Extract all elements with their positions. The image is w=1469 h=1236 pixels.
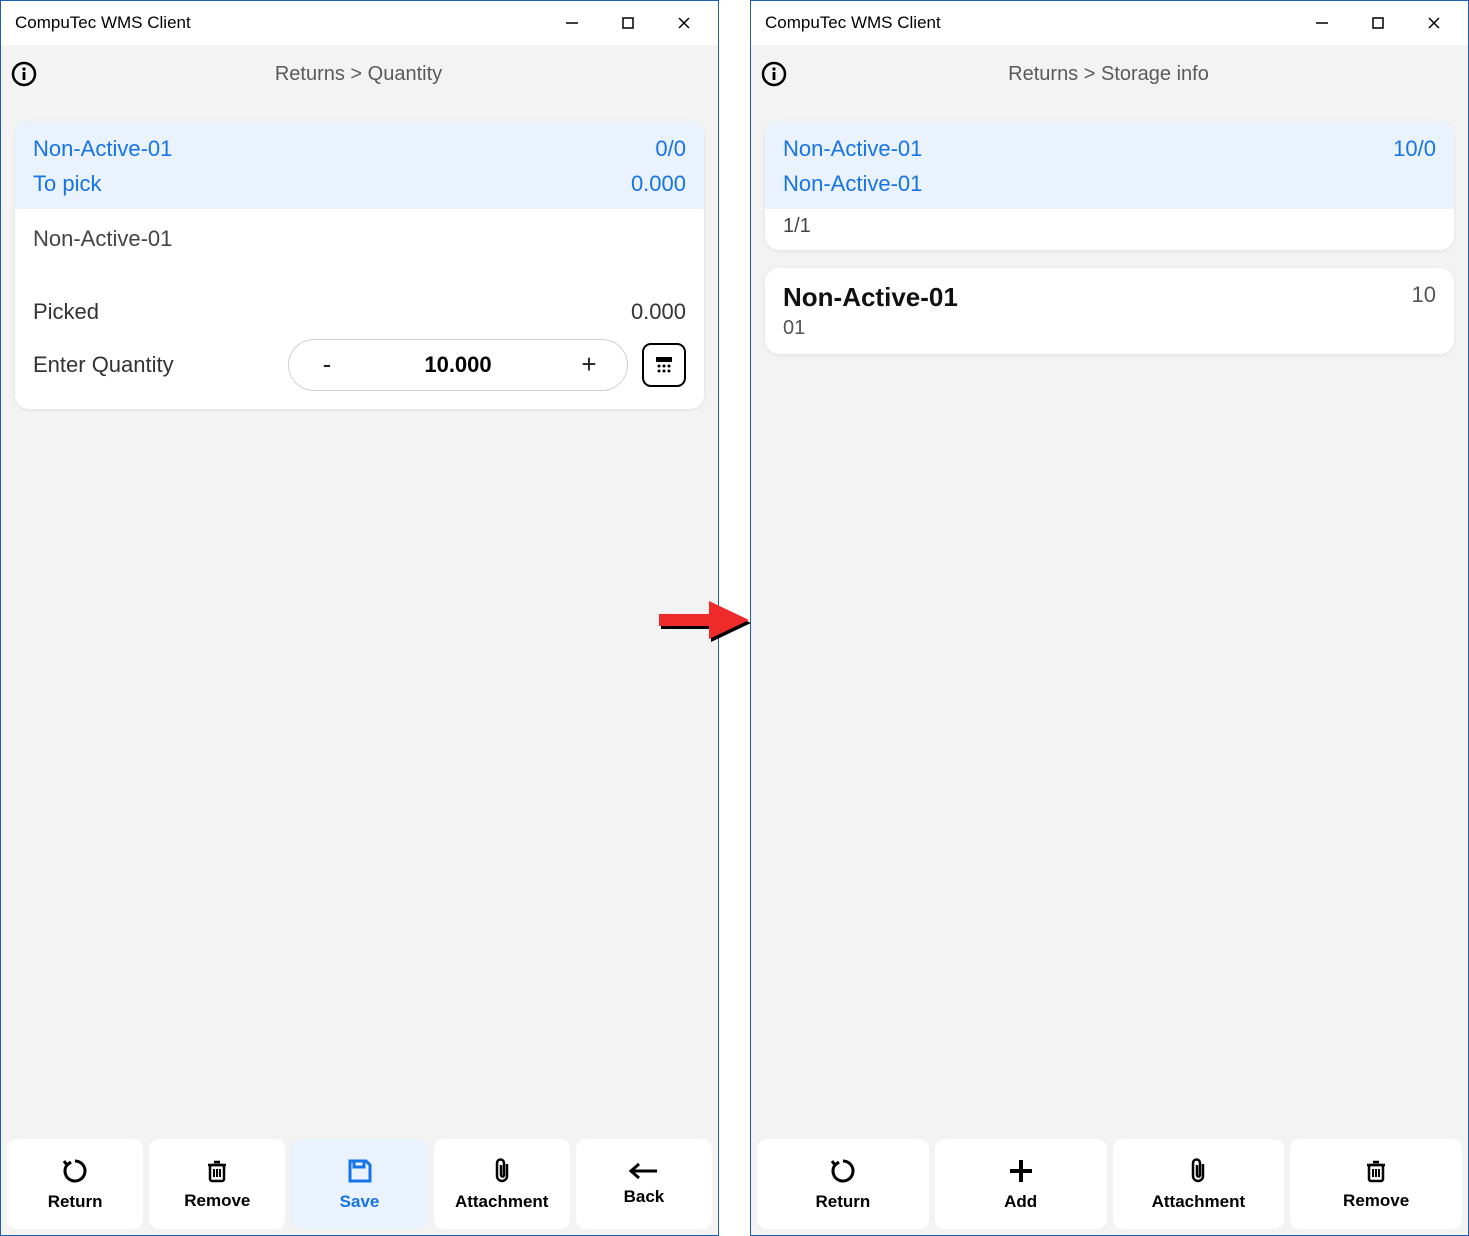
maximize-button[interactable]	[600, 5, 656, 41]
quantity-value[interactable]: 10.000	[347, 352, 569, 378]
save-button[interactable]: Save	[291, 1139, 427, 1229]
arrow-annotation	[654, 595, 754, 645]
picked-value: 0.000	[631, 299, 686, 325]
card-body: Non-Active-01 Picked 0.000 Enter Quantit…	[15, 209, 704, 409]
hl-topick-label: To pick	[33, 166, 101, 201]
increment-button[interactable]: +	[569, 349, 609, 380]
app-title: CompuTec WMS Client	[15, 13, 544, 33]
back-arrow-icon	[627, 1161, 661, 1181]
quantity-stepper: - 10.000 +	[288, 339, 628, 391]
storage-item-qty: 10	[1412, 282, 1436, 308]
return-button[interactable]: Return	[7, 1139, 143, 1229]
return-button[interactable]: Return	[757, 1139, 929, 1229]
attachment-label: Attachment	[455, 1192, 549, 1212]
decrement-button[interactable]: -	[307, 349, 347, 380]
remove-button[interactable]: Remove	[1290, 1139, 1462, 1229]
breadcrumb-bar: Returns > Quantity	[1, 45, 718, 103]
calculator-button[interactable]	[642, 343, 686, 387]
enter-qty-label: Enter Quantity	[33, 352, 274, 378]
attachment-button[interactable]: Attachment	[1113, 1139, 1285, 1229]
attachment-label: Attachment	[1152, 1192, 1246, 1212]
titlebar: CompuTec WMS Client	[1, 1, 718, 45]
minimize-button[interactable]	[544, 5, 600, 41]
hl-item-name: Non-Active-01	[33, 131, 172, 166]
return-icon	[828, 1156, 858, 1186]
save-label: Save	[340, 1192, 380, 1212]
window-quantity: CompuTec WMS Client Returns > Quantity N…	[0, 0, 719, 1236]
hl-storage-name: Non-Active-01	[783, 166, 922, 201]
remove-label: Remove	[1343, 1191, 1409, 1211]
back-label: Back	[624, 1187, 665, 1207]
save-icon	[345, 1156, 375, 1186]
breadcrumb: Returns > Quantity	[37, 63, 708, 86]
quantity-card: Non-Active-01 0/0 To pick 0.000 Non-Acti…	[15, 121, 704, 409]
close-button[interactable]	[656, 5, 712, 41]
close-button[interactable]	[1406, 5, 1462, 41]
hl-item-count: 0/0	[655, 131, 686, 166]
paperclip-icon	[489, 1156, 515, 1186]
plus-icon	[1006, 1156, 1036, 1186]
info-icon[interactable]	[761, 61, 787, 87]
remove-label: Remove	[184, 1191, 250, 1211]
maximize-button[interactable]	[1350, 5, 1406, 41]
remove-button[interactable]: Remove	[149, 1139, 285, 1229]
return-label: Return	[48, 1192, 103, 1212]
attachment-button[interactable]: Attachment	[434, 1139, 570, 1229]
app-title: CompuTec WMS Client	[765, 13, 1294, 33]
hl-item-name: Non-Active-01	[783, 131, 922, 166]
trash-icon	[1362, 1157, 1390, 1185]
page-count: 1/1	[765, 209, 1454, 250]
content-area: Non-Active-01 0/0 To pick 0.000 Non-Acti…	[1, 103, 718, 1133]
breadcrumb-bar: Returns > Storage info	[751, 45, 1468, 103]
return-icon	[60, 1156, 90, 1186]
paperclip-icon	[1185, 1156, 1211, 1186]
add-button[interactable]: Add	[935, 1139, 1107, 1229]
content-area: Non-Active-01 10/0 Non-Active-01 1/1 Non…	[751, 103, 1468, 1133]
storage-name: Non-Active-01	[33, 219, 686, 259]
card-highlight: Non-Active-01 10/0 Non-Active-01	[765, 121, 1454, 209]
bottom-toolbar: Return Add Attachment Remove	[751, 1133, 1468, 1235]
info-icon[interactable]	[11, 61, 37, 87]
return-label: Return	[815, 1192, 870, 1212]
hl-item-count: 10/0	[1393, 131, 1436, 166]
back-button[interactable]: Back	[576, 1139, 712, 1229]
bottom-toolbar: Return Remove Save Attachment Back	[1, 1133, 718, 1235]
storage-list-item[interactable]: Non-Active-01 10 01	[765, 268, 1454, 354]
trash-icon	[203, 1157, 231, 1185]
breadcrumb: Returns > Storage info	[787, 63, 1458, 86]
add-label: Add	[1004, 1192, 1037, 1212]
minimize-button[interactable]	[1294, 5, 1350, 41]
storage-item-sub: 01	[783, 317, 1436, 340]
summary-card: Non-Active-01 10/0 Non-Active-01 1/1	[765, 121, 1454, 250]
window-storage-info: CompuTec WMS Client Returns > Storage in…	[750, 0, 1469, 1236]
picked-label: Picked	[33, 299, 99, 325]
storage-item-name: Non-Active-01	[783, 282, 958, 313]
hl-topick-value: 0.000	[631, 166, 686, 201]
titlebar: CompuTec WMS Client	[751, 1, 1468, 45]
card-highlight: Non-Active-01 0/0 To pick 0.000	[15, 121, 704, 209]
